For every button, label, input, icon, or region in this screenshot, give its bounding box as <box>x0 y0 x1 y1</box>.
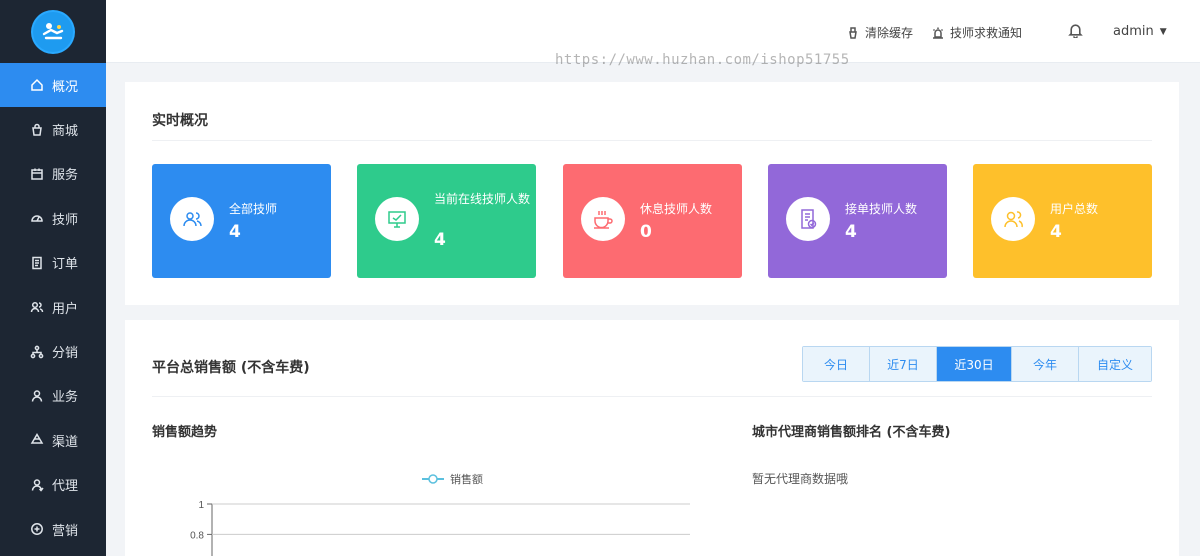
tab-range-3[interactable]: 今年 <box>1012 347 1079 381</box>
sidebar-item-6[interactable]: 分销 <box>0 329 106 373</box>
stat-icon-circle <box>786 197 830 241</box>
monitor-icon <box>388 211 406 228</box>
sidebar-item-label: 商城 <box>52 124 79 140</box>
top-header: 清除缓存 技师求救通知 admin ▼ https://www.huzhan.c… <box>106 0 1200 68</box>
order-check-icon <box>801 209 817 229</box>
y-tick-label: 1 <box>198 500 204 511</box>
dashboard-icon <box>30 211 44 225</box>
clear-cache-label: 清除缓存 <box>865 26 914 40</box>
home-icon <box>30 78 44 92</box>
sales-trend-chart: 10.8 <box>190 500 690 556</box>
sales-panel: 平台总销售额 (不含车费) 今日 近7日 近30日 今年 自定义 销售额趋势 城市代理商… <box>125 320 1179 556</box>
sidebar-item-label: 代理 <box>52 479 79 495</box>
stat-card-1[interactable]: 当前在线技师人数 4 <box>357 164 536 278</box>
sidebar-item-5[interactable]: 用户 <box>0 285 106 329</box>
stat-label: 接单技师人数 <box>845 202 918 216</box>
users-icon <box>30 300 44 314</box>
notification-bell-button[interactable] <box>1068 23 1089 38</box>
stat-value: 0 <box>640 222 652 242</box>
y-tick-label: 0.8 <box>190 530 204 541</box>
stat-label: 休息技师人数 <box>640 202 713 216</box>
user-icon <box>30 389 44 403</box>
stat-value: 4 <box>1050 222 1062 242</box>
chart-legend[interactable]: 销售额 <box>422 471 483 487</box>
tab-range-2[interactable]: 近30日 <box>937 347 1012 381</box>
username: admin <box>1113 24 1154 39</box>
sidebar-nav: 概况商城服务技师订单用户分销业务渠道代理营销 <box>0 63 106 551</box>
calendar-icon <box>30 167 44 181</box>
agent-icon <box>30 478 44 492</box>
sidebar-item-1[interactable]: 商城 <box>0 107 106 151</box>
stat-value: 4 <box>845 222 857 242</box>
sidebar-item-7[interactable]: 业务 <box>0 374 106 418</box>
legend-line-icon <box>422 474 444 484</box>
rescue-notice-label: 技师求救通知 <box>950 26 1023 40</box>
stat-card-0[interactable]: 全部技师 4 <box>152 164 331 278</box>
date-range-tabs: 今日 近7日 近30日 今年 自定义 <box>802 346 1152 382</box>
clear-cache-button[interactable]: 清除缓存 <box>847 24 913 41</box>
sidebar-item-label: 用户 <box>52 301 79 317</box>
shop-bag-icon <box>30 123 44 137</box>
coffee-icon <box>594 211 613 229</box>
sidebar-item-label: 营销 <box>52 523 79 539</box>
stat-card-2[interactable]: 休息技师人数 0 <box>563 164 742 278</box>
tab-range-1[interactable]: 近7日 <box>870 347 937 381</box>
sidebar-item-label: 概况 <box>52 79 79 95</box>
ranking-title: 城市代理商销售额排名 (不含车费) <box>752 425 951 440</box>
divider <box>152 140 1152 141</box>
rescue-notice-button[interactable]: 技师求救通知 <box>932 24 1022 41</box>
gift-icon <box>30 522 44 536</box>
bell-icon <box>1068 24 1083 38</box>
technicians-icon <box>183 212 202 227</box>
stat-icon-circle <box>170 197 214 241</box>
stat-label: 全部技师 <box>229 202 278 216</box>
sidebar-item-label: 分销 <box>52 346 79 362</box>
sidebar-item-label: 技师 <box>52 212 79 228</box>
app-logo[interactable] <box>33 11 73 52</box>
alarm-icon <box>932 27 944 39</box>
tab-range-0[interactable]: 今日 <box>803 347 870 381</box>
sidebar-item-label: 业务 <box>52 390 79 406</box>
sidebar-item-2[interactable]: 服务 <box>0 152 106 196</box>
logo-area <box>0 0 106 63</box>
logo-icon <box>42 22 64 39</box>
overview-panel: 实时概况 全部技师 4 当前在线技师人数 4 休息技师人数 0 接单技师人数 4 用户总数 4 <box>125 82 1179 305</box>
sidebar: 概况商城服务技师订单用户分销业务渠道代理营销 <box>0 0 106 556</box>
stat-label: 当前在线技师人数 <box>434 192 531 206</box>
broom-icon <box>849 26 857 39</box>
divider <box>152 396 1152 397</box>
stat-value: 4 <box>229 222 241 242</box>
sidebar-item-label: 服务 <box>52 168 79 184</box>
document-icon <box>30 256 44 270</box>
stat-value: 4 <box>434 230 446 250</box>
sidebar-item-4[interactable]: 订单 <box>0 241 106 285</box>
stat-icon-circle <box>375 197 419 241</box>
stat-icon-circle <box>581 197 625 241</box>
stat-card-4[interactable]: 用户总数 4 <box>973 164 1152 278</box>
sidebar-item-label: 订单 <box>52 257 79 273</box>
sidebar-item-8[interactable]: 渠道 <box>0 418 106 462</box>
user-total-icon <box>1004 211 1023 228</box>
sidebar-item-3[interactable]: 技师 <box>0 196 106 240</box>
ranking-empty-text: 暂无代理商数据哦 <box>752 472 849 486</box>
recycle-icon <box>30 433 44 447</box>
sales-title: 平台总销售额 (不含车费) <box>152 360 310 376</box>
stat-label: 用户总数 <box>1050 202 1099 216</box>
sidebar-item-label: 渠道 <box>52 434 79 450</box>
share-tree-icon <box>30 345 44 359</box>
stat-card-3[interactable]: 接单技师人数 4 <box>768 164 947 278</box>
caret-down-icon: ▼ <box>1159 26 1167 37</box>
watermark: https://www.huzhan.com/ishop51755 <box>555 52 850 68</box>
legend-label: 销售额 <box>450 473 483 486</box>
sidebar-item-0[interactable]: 概况 <box>0 63 106 108</box>
trend-title: 销售额趋势 <box>152 425 218 440</box>
sidebar-item-9[interactable]: 代理 <box>0 463 106 507</box>
tab-range-4[interactable]: 自定义 <box>1079 347 1151 381</box>
stat-icon-circle <box>991 197 1035 241</box>
overview-title: 实时概况 <box>152 113 208 129</box>
sidebar-item-10[interactable]: 营销 <box>0 507 106 551</box>
user-menu[interactable]: admin ▼ <box>1113 24 1167 39</box>
